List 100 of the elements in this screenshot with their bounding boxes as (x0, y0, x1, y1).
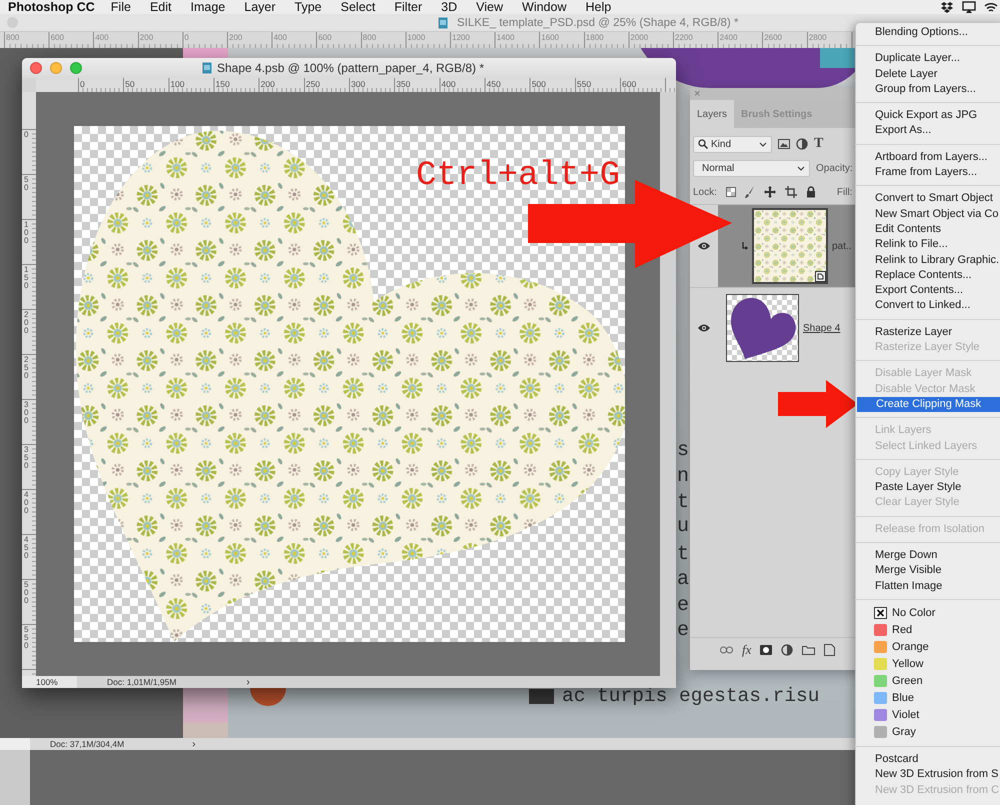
menu-item[interactable]: Delete Layer (857, 66, 1000, 82)
ruler-label: 400 (95, 33, 109, 42)
menu-item[interactable]: Export As... (857, 123, 1000, 139)
menu-item[interactable]: Paste Layer Style (857, 480, 1000, 496)
menu-item[interactable]: Image (190, 0, 226, 14)
mask-icon[interactable] (760, 645, 772, 655)
menu-item[interactable]: Merge Visible (857, 563, 1000, 579)
menu-item[interactable]: Frame from Layers... (857, 165, 1000, 180)
image-icon[interactable] (778, 139, 790, 149)
ruler-label: 1800 (586, 33, 604, 42)
document-title: SILKE_ template_PSD.psd @ 25% (Shape 4, RGB/8) * (457, 16, 738, 28)
ruler-label: 600 (318, 33, 332, 42)
ruler-label: 300 (351, 79, 366, 89)
menu-item[interactable]: Orange (855, 638, 1000, 656)
blend-mode-dropdown[interactable]: Normal (693, 160, 810, 176)
ruler-label: 300 (24, 401, 30, 425)
ruler-label: 0 (24, 131, 30, 139)
document-text: ac turpis egestas.risu (562, 685, 820, 707)
zoom-field[interactable]: 100% (22, 676, 77, 688)
checker-square-icon[interactable] (726, 187, 736, 197)
menu-item[interactable]: Quick Export as JPG (857, 108, 1000, 124)
half-circle-icon[interactable] (796, 138, 808, 150)
ruler-label: 350 (396, 79, 410, 89)
menu-item[interactable]: Postcard (857, 752, 1000, 768)
menu-item[interactable]: File (110, 0, 131, 14)
menu-item[interactable]: View (476, 0, 504, 14)
ruler-label: 200 (229, 33, 242, 42)
menu-item[interactable]: Gray (855, 724, 1000, 741)
menu-item[interactable]: 3D (441, 0, 458, 14)
menu-item[interactable]: Merge Down (857, 548, 1000, 564)
ruler-label: 250 (24, 356, 30, 380)
menu-item[interactable]: No Color (855, 604, 1000, 622)
half-circle-icon[interactable] (781, 644, 794, 656)
dropbox-icon[interactable] (940, 1, 954, 13)
menu-item[interactable]: Window (522, 0, 566, 14)
menu-item[interactable]: Red (855, 622, 1000, 639)
ruler-label: 800 (362, 33, 376, 42)
type-filter-button[interactable]: T (814, 137, 824, 151)
fx-button[interactable]: fx (742, 642, 752, 658)
menu-item[interactable]: Select (340, 0, 376, 14)
menu-item[interactable]: Green (855, 672, 1000, 690)
document-size: Doc: 1,01M/1,95M (107, 677, 176, 687)
ruler-label: 550 (24, 626, 30, 650)
document-title: Shape 4.psb @ 100% (pattern_paper_4, RGB/8) * (217, 61, 484, 75)
ruler-label: 2800 (808, 33, 827, 42)
document-text: t (677, 544, 690, 566)
eye-icon[interactable] (698, 242, 710, 250)
menu-item[interactable]: Flatten Image (857, 578, 1000, 594)
folder-icon[interactable] (802, 645, 816, 655)
crop-icon[interactable] (784, 186, 797, 198)
menu-item[interactable]: Blending Options... (857, 25, 1000, 40)
menu-item[interactable]: Artboard from Layers... (857, 150, 1000, 166)
ruler-label: 50 (125, 79, 135, 89)
menu-item[interactable]: Edit (150, 0, 172, 14)
menu-item[interactable]: Layer (244, 0, 276, 14)
move-icon[interactable] (764, 186, 776, 198)
panel-tab[interactable]: Layers (690, 100, 734, 128)
menu-item[interactable]: Create Clipping Mask (857, 396, 1000, 412)
ruler-label: 600 (622, 79, 636, 89)
document-text: t (677, 492, 690, 514)
wifi-icon[interactable] (984, 1, 998, 13)
caret-icon (759, 142, 767, 146)
menu-item[interactable]: Violet (855, 706, 1000, 724)
status-arrow[interactable]: › (246, 676, 250, 688)
brush-icon[interactable] (744, 186, 755, 198)
lock-icon[interactable] (806, 186, 816, 198)
menu-item[interactable]: Filter (394, 0, 422, 14)
panel-strip (0, 750, 30, 805)
blend-mode-value: Normal (702, 162, 734, 174)
ruler-label: 2200 (675, 33, 693, 42)
link-icon[interactable] (720, 646, 733, 654)
annotation-text: Ctrl+alt+G (416, 156, 620, 196)
menu-item[interactable]: Duplicate Layer... (857, 51, 1000, 67)
close-button[interactable] (30, 62, 42, 74)
no-color-icon (874, 607, 887, 620)
ruler-label: 550 (576, 79, 592, 89)
menu-item[interactable]: Group from Layers... (857, 82, 1000, 98)
document-text: e (677, 620, 690, 642)
ruler-label: 400 (441, 79, 456, 89)
ruler-label: 2000 (630, 33, 648, 42)
menu-item[interactable]: Blue (855, 690, 1000, 707)
screen-mirroring-icon[interactable] (962, 1, 976, 13)
fill-label: Fill: (836, 186, 852, 198)
app-menu[interactable]: Photoshop CC (8, 0, 95, 14)
status-arrow[interactable]: › (192, 738, 196, 750)
menu-item[interactable]: New 3D Extrusion from S (857, 767, 1000, 782)
menu-item[interactable]: Yellow (855, 656, 1000, 673)
menu-item[interactable]: Help (586, 0, 612, 14)
ruler-label: 100 (24, 221, 30, 245)
ruler-label: 0 (184, 33, 189, 42)
filter-dropdown[interactable]: Kind (693, 136, 772, 152)
opacity-label: Opacity: (816, 162, 853, 174)
menu-item[interactable]: Convert to Smart Object (857, 191, 1000, 207)
ruler-label: 800 (6, 33, 20, 42)
new-layer-icon[interactable] (824, 644, 836, 656)
menu-item[interactable]: Type (294, 0, 322, 14)
ruler-label: 1000 (407, 33, 426, 42)
eye-icon[interactable] (698, 324, 710, 332)
ruler-label: 600 (50, 33, 64, 42)
ruler-label: 500 (24, 581, 30, 605)
